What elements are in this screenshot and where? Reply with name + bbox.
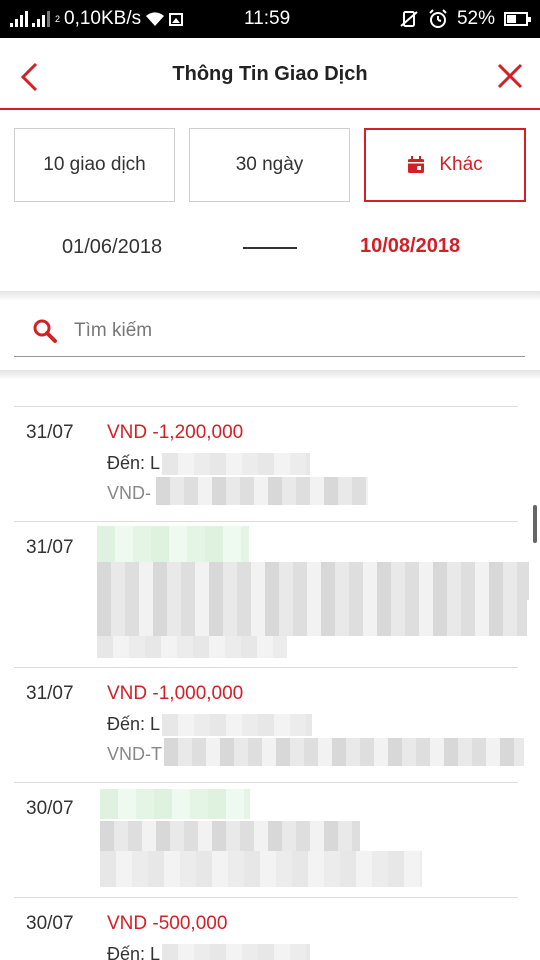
transaction-date: 30/07 xyxy=(26,798,74,819)
transaction-recipient: Đến: L xyxy=(107,453,161,473)
status-bar: 2 0,10KB/s 11:59 52% xyxy=(0,0,540,38)
filter-10-transactions-button[interactable]: 10 giao dịch xyxy=(14,128,175,202)
signal-icon xyxy=(32,11,50,27)
transaction-date: 31/07 xyxy=(26,683,74,704)
redacted-text xyxy=(100,821,360,851)
filter-label: 30 ngày xyxy=(235,154,304,175)
calendar-icon xyxy=(408,156,425,173)
transaction-date: 30/07 xyxy=(26,913,74,934)
redacted-text xyxy=(162,944,310,960)
date-range: 01/06/2018 10/08/2018 xyxy=(0,230,540,270)
redacted-text xyxy=(156,477,368,505)
filter-group: 10 giao dịch 30 ngày Khác xyxy=(0,128,540,202)
transaction-account: VND-T xyxy=(107,744,162,764)
transaction-amount: VND -1,000,000 xyxy=(107,683,244,704)
date-from[interactable]: 01/06/2018 xyxy=(62,236,162,259)
search-input[interactable] xyxy=(74,316,504,346)
redacted-amount xyxy=(100,789,250,819)
wifi-icon xyxy=(146,12,165,26)
page-title: Thông Tin Giao Dịch xyxy=(172,63,368,85)
filter-label: Khác xyxy=(439,154,483,175)
redacted-text xyxy=(164,738,524,766)
battery-percent: 52% xyxy=(456,8,495,29)
redacted-text xyxy=(97,562,529,600)
redacted-text xyxy=(100,851,422,887)
redacted-text xyxy=(162,714,312,736)
filter-label: 10 giao dịch xyxy=(43,154,146,175)
transaction-amount: VND -1,200,000 xyxy=(107,422,244,443)
signal-icon xyxy=(10,11,28,27)
transaction-amount: VND -500,000 xyxy=(107,913,228,934)
clock: 11:59 xyxy=(244,8,291,29)
date-to[interactable]: 10/08/2018 xyxy=(360,235,460,258)
close-icon xyxy=(497,63,523,89)
transaction-row[interactable]: 31/07 VND -1,200,000 Đến: L VND- xyxy=(14,406,518,521)
divider-shadow xyxy=(0,291,540,301)
transaction-date: 31/07 xyxy=(26,537,74,558)
transaction-row[interactable]: 31/07 xyxy=(14,521,529,667)
filter-30-days-button[interactable]: 30 ngày xyxy=(189,128,350,202)
transaction-account: VND- xyxy=(107,483,151,503)
sim-label: 2 xyxy=(55,14,61,24)
redacted-text xyxy=(97,600,527,636)
scrollbar-thumb[interactable] xyxy=(533,505,537,543)
date-separator xyxy=(243,247,297,249)
transaction-row[interactable]: 30/07 xyxy=(14,782,518,897)
transaction-recipient: Đến: L xyxy=(107,714,161,734)
redacted-amount xyxy=(97,526,249,562)
image-icon xyxy=(169,12,184,26)
transaction-recipient: Đến: L xyxy=(107,944,161,960)
vibrate-off-icon xyxy=(400,11,418,27)
search-bar xyxy=(14,310,525,357)
alarm-icon xyxy=(429,9,447,28)
transaction-row[interactable]: 31/07 VND -1,000,000 Đến: L VND-T xyxy=(14,667,524,782)
transaction-date: 31/07 xyxy=(26,422,74,443)
network-speed: 0,10KB/s xyxy=(64,8,142,29)
divider-shadow xyxy=(0,370,540,380)
battery-icon xyxy=(504,12,531,26)
app-header: Thông Tin Giao Dịch xyxy=(0,38,540,110)
search-icon xyxy=(33,319,57,343)
redacted-text xyxy=(97,636,287,658)
transaction-row[interactable]: 30/07 VND -500,000 Đến: L xyxy=(14,897,518,960)
close-button[interactable] xyxy=(490,56,530,96)
redacted-text xyxy=(162,453,310,475)
filter-other-button[interactable]: Khác xyxy=(364,128,526,202)
